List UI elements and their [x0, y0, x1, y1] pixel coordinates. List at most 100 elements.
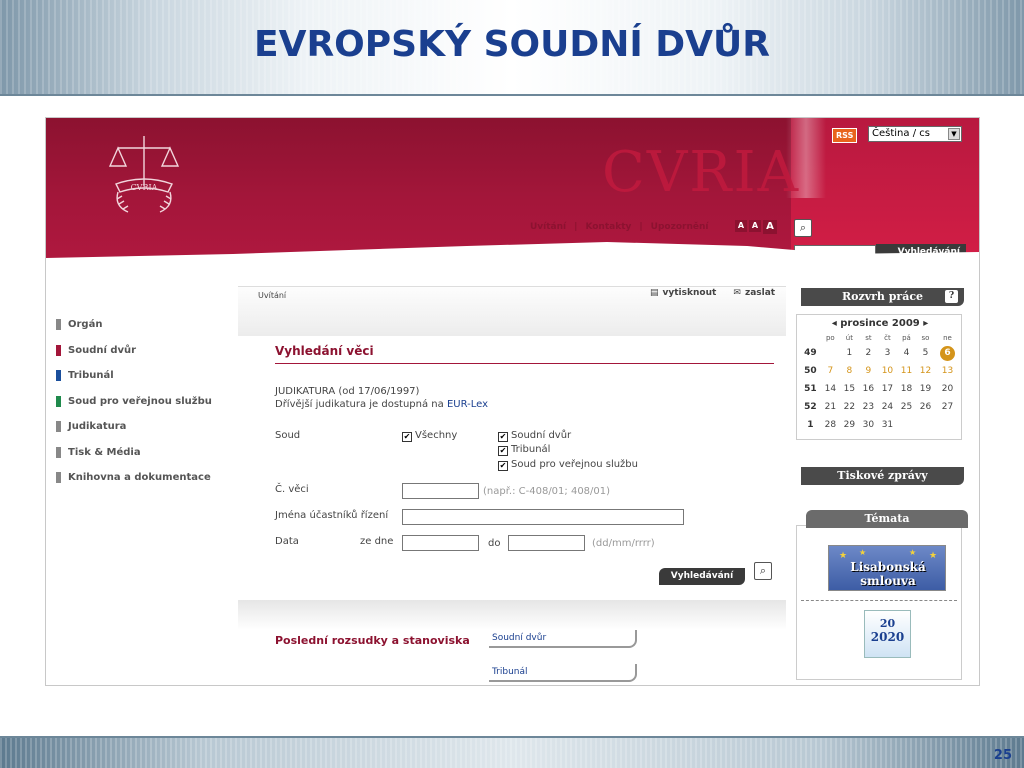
calendar-day-today[interactable]: 6	[935, 344, 960, 362]
next-month-icon[interactable]: ▸	[923, 318, 928, 329]
press-releases-button[interactable]: Tiskové zprávy	[801, 467, 964, 485]
court-option-tribunal[interactable]: ✔ Tribunál	[498, 444, 550, 456]
calendar-day[interactable]: 21	[821, 398, 840, 416]
case-number-label: Č. věci	[275, 484, 309, 495]
calendar-day[interactable]: 9	[859, 362, 878, 380]
europe-2020-year: 2020	[870, 630, 905, 644]
calendar-day[interactable]: 28	[821, 416, 840, 434]
calendar-day[interactable]: 29	[840, 416, 859, 434]
calendar-day[interactable]: 30	[859, 416, 878, 434]
court-all-option[interactable]: ✔ Všechny	[402, 430, 457, 442]
calendar-day[interactable]: 22	[840, 398, 859, 416]
sidebar-marker	[56, 370, 61, 382]
calendar-day[interactable]: 12	[916, 362, 935, 380]
calendar-week-number: 51	[804, 384, 817, 394]
calendar-day[interactable]: 24	[878, 398, 897, 416]
date-to-input[interactable]	[508, 535, 585, 551]
calendar-day[interactable]: 11	[897, 362, 916, 380]
help-icon[interactable]: ?	[945, 290, 958, 303]
europe-2020-banner[interactable]: 20 2020	[864, 610, 911, 658]
chevron-down-icon[interactable]: ▼	[948, 128, 960, 140]
eurlex-link[interactable]: EUR-Lex	[447, 399, 488, 410]
court-option-label: Soudní dvůr	[511, 430, 572, 441]
lower-band	[238, 600, 786, 630]
nav-upozorneni[interactable]: Upozornění	[651, 222, 709, 232]
sidebar-item-soud-sluzba[interactable]: Soud pro veřejnou službu	[56, 389, 212, 415]
parties-label: Jména účastníků řízení	[275, 510, 389, 521]
advanced-search-icon[interactable]: ⌕	[794, 219, 812, 237]
print-link[interactable]: vytisknout	[663, 288, 717, 298]
nav-kontakty[interactable]: Kontakty	[585, 222, 631, 232]
calendar-day[interactable]: 15	[840, 380, 859, 398]
print-icon[interactable]: ▤	[650, 288, 659, 298]
checkbox-all[interactable]: ✔	[402, 432, 412, 442]
checkbox-sluzba[interactable]: ✔	[498, 461, 508, 471]
parties-input[interactable]	[402, 509, 684, 525]
topics-header: Témata	[806, 510, 968, 528]
calendar-day[interactable]: 19	[916, 380, 935, 398]
calendar-day[interactable]: 27	[935, 398, 960, 416]
calendar-day[interactable]: 31	[878, 416, 897, 434]
advanced-search-icon[interactable]: ⌕	[754, 562, 772, 580]
sidebar-item-label: Soud pro veřejnou službu	[68, 395, 212, 407]
date-format-hint: (dd/mm/rrrr)	[592, 538, 655, 549]
date-from-input[interactable]	[402, 535, 479, 551]
calendar-day[interactable]: 1	[840, 344, 859, 362]
font-size-small-button[interactable]: A	[735, 220, 747, 232]
search-button[interactable]: Vyhledávání	[659, 568, 745, 585]
calendar-day[interactable]: 5	[916, 344, 935, 362]
court-option-sluzba[interactable]: ✔ Soud pro veřejnou službu	[498, 459, 638, 471]
calendar-day[interactable]: 26	[916, 398, 935, 416]
calendar-day	[821, 344, 840, 362]
calendar-day[interactable]: 7	[821, 362, 840, 380]
calendar-day[interactable]: 2	[859, 344, 878, 362]
latest-tab-soudni-dvur[interactable]: Soudní dvůr	[489, 630, 637, 648]
sidebar-item-tisk-media[interactable]: Tisk & Média	[56, 440, 212, 466]
nav-separator: |	[574, 222, 578, 232]
language-select[interactable]: Čeština / cs ▼	[868, 126, 962, 142]
breadcrumb[interactable]: Uvítání	[258, 291, 286, 300]
sidebar-item-knihovna[interactable]: Knihovna a dokumentace	[56, 465, 212, 491]
font-size-controls: A A A	[735, 220, 777, 234]
rss-icon[interactable]: RSS	[832, 128, 858, 143]
calendar-day[interactable]: 8	[840, 362, 859, 380]
calendar-day[interactable]: 18	[897, 380, 916, 398]
calendar-day[interactable]: 10	[878, 362, 897, 380]
font-size-large-button[interactable]: A	[763, 220, 777, 234]
case-number-input[interactable]	[402, 483, 479, 499]
eurlex-info: Dřívější judikatura je dostupná na EUR-L…	[275, 399, 488, 410]
calendar-day[interactable]: 20	[935, 380, 960, 398]
calendar-day[interactable]: 13	[935, 362, 960, 380]
calendar-day[interactable]: 4	[897, 344, 916, 362]
font-size-medium-button[interactable]: A	[749, 220, 761, 232]
prev-month-icon[interactable]: ◂	[832, 318, 837, 329]
calendar-day[interactable]: 14	[821, 380, 840, 398]
calendar-header[interactable]: Rozvrh práce ?	[801, 288, 964, 306]
nav-uvitani[interactable]: Uvítání	[530, 222, 566, 232]
page-title: Vyhledání věci	[275, 344, 374, 358]
send-link[interactable]: zaslat	[745, 288, 775, 298]
nav-separator: |	[639, 222, 643, 232]
mail-icon[interactable]: ✉	[733, 288, 741, 298]
court-option-soudni-dvur[interactable]: ✔ Soudní dvůr	[498, 430, 571, 442]
calendar-day[interactable]: 23	[859, 398, 878, 416]
calendar-day[interactable]: 25	[897, 398, 916, 416]
calendar-week-number: 1	[807, 420, 814, 430]
latest-tab-tribunal[interactable]: Tribunál	[489, 664, 637, 682]
calendar-day[interactable]: 16	[859, 380, 878, 398]
europe-2020-top: 20	[879, 617, 896, 630]
checkbox-tribunal[interactable]: ✔	[498, 446, 508, 456]
sidebar-item-organ[interactable]: Orgán	[56, 312, 212, 338]
sidebar-item-judikatura[interactable]: Judikatura	[56, 414, 212, 440]
calendar-day[interactable]: 17	[878, 380, 897, 398]
sidebar-item-soudni-dvur[interactable]: Soudní dvůr	[56, 338, 212, 364]
calendar-day[interactable]: 3	[878, 344, 897, 362]
checkbox-soudni-dvur[interactable]: ✔	[498, 432, 508, 442]
site-header: CVRIA CVRIA RSS Čeština / cs ▼ Uvítání | K…	[46, 118, 979, 270]
lisbon-treaty-banner[interactable]: ★ ★ ★ ★ Lisabonská smlouva	[828, 545, 946, 591]
cvria-screenshot: CVRIA CVRIA RSS Čeština / cs ▼ Uvítání | K…	[45, 117, 980, 686]
sidebar-item-tribunal[interactable]: Tribunál	[56, 363, 212, 389]
case-number-hint: (např.: C-408/01; 408/01)	[483, 486, 611, 497]
cvria-logo-icon[interactable]: CVRIA	[104, 130, 184, 216]
sidebar-marker	[56, 446, 61, 458]
